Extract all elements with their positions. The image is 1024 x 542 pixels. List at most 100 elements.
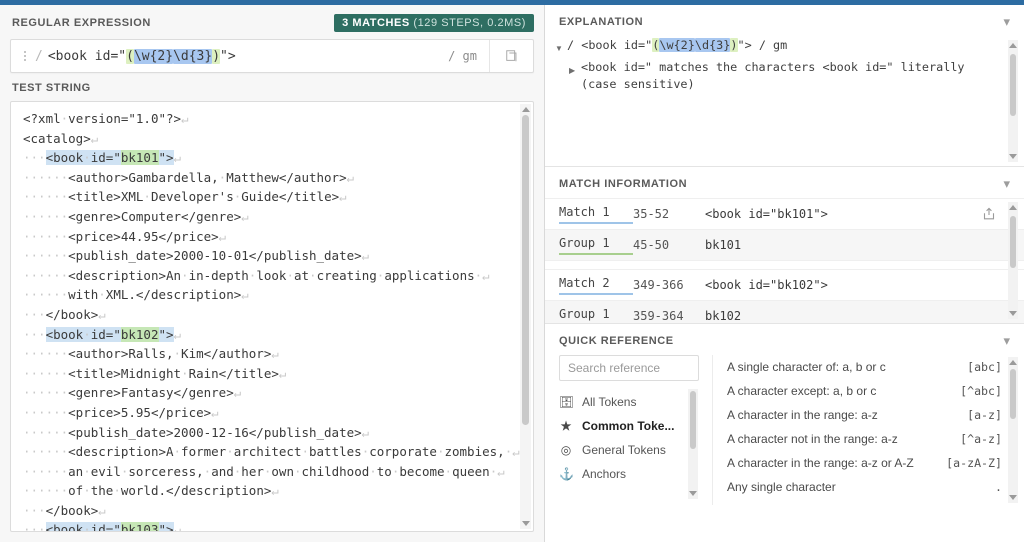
test-string-content[interactable]: <?xml·version="1.0"?>↵ <catalog>↵ ···<book… bbox=[11, 102, 533, 531]
test-string-title: TEST STRING bbox=[12, 82, 91, 94]
test-string-line: ······<publish_date>2000-12-16</publish_… bbox=[23, 424, 370, 440]
match-count-label: 3 matches bbox=[342, 17, 410, 29]
anchor-icon: ⚓ bbox=[559, 467, 574, 481]
regex-close-paren: ) bbox=[212, 48, 221, 64]
group-label: Group 1 bbox=[559, 236, 633, 255]
scrollbar-thumb[interactable] bbox=[522, 115, 529, 425]
match-information-body: Match 1 35-52 <book id="bk101"> Group 1 … bbox=[545, 198, 1024, 323]
table-row-spacer bbox=[545, 260, 1024, 269]
table-row[interactable]: Match 1 35-52 <book id="bk101"> bbox=[545, 198, 1024, 229]
chevron-down-icon[interactable]: ▾ bbox=[1003, 334, 1010, 347]
match-information-title: MATCH INFORMATION bbox=[559, 177, 688, 190]
chevron-down-icon[interactable]: ▾ bbox=[1003, 15, 1010, 28]
entry-code: [a-zA-Z] bbox=[946, 456, 1002, 470]
disclosure-triangle-icon[interactable] bbox=[569, 59, 581, 166]
expl-root-close-paren: ) bbox=[730, 38, 738, 52]
regex-suffix: "> bbox=[220, 48, 236, 64]
test-string-box[interactable]: <?xml·version="1.0"?>↵ <catalog>↵ ···<book… bbox=[10, 101, 534, 532]
expl-root-suffix: / gm bbox=[751, 38, 788, 52]
entry-code: [a-z] bbox=[967, 408, 1002, 422]
entry-description: Any single character bbox=[727, 480, 836, 494]
regular-expression-header: REGULAR EXPRESSION 3 matches (129 steps,… bbox=[0, 5, 544, 39]
copy-regex-button[interactable] bbox=[489, 40, 533, 72]
quick-reference-categories: Search reference 🗄 All Tokens ★ Common T… bbox=[545, 355, 713, 505]
scroll-down-icon[interactable] bbox=[689, 491, 697, 496]
category-label: Common Toke... bbox=[582, 419, 675, 433]
explanation-row-root[interactable]: / <book id="(\w{2}\d{3})"> / gm bbox=[555, 36, 1002, 58]
test-string-line: ······<genre>Fantasy</genre>↵ bbox=[23, 385, 242, 401]
regex-flags[interactable]: / gm bbox=[436, 49, 489, 63]
test-string-wrapper: <?xml·version="1.0"?>↵ <catalog>↵ ···<book… bbox=[10, 101, 534, 532]
kebab-menu-icon[interactable] bbox=[17, 51, 33, 61]
table-row[interactable]: Group 1 45-50 bk101 bbox=[545, 229, 1024, 260]
entries-scrollbar[interactable] bbox=[1008, 357, 1018, 503]
scrollbar-thumb[interactable] bbox=[1010, 216, 1016, 268]
bag-icon: 🗄 bbox=[559, 395, 575, 409]
scroll-down-icon[interactable] bbox=[1009, 311, 1017, 316]
list-item[interactable]: A single character of: a, b or c [abc] bbox=[727, 355, 1002, 379]
match-range: 35-52 bbox=[633, 207, 670, 221]
scroll-up-icon[interactable] bbox=[1009, 43, 1017, 48]
test-string-line: ······<publish_date>2000-10-01</publish_… bbox=[23, 248, 370, 264]
scroll-up-icon[interactable] bbox=[522, 107, 530, 112]
list-item[interactable]: A character not in the range: a-z [^a-z] bbox=[727, 427, 1002, 451]
quick-reference-header[interactable]: QUICK REFERENCE ▾ bbox=[545, 324, 1024, 355]
categories-scrollbar[interactable] bbox=[688, 389, 698, 499]
explanation-row-literal-prefix[interactable]: <book id=" matches the characters <book … bbox=[555, 58, 1002, 166]
match-information-header[interactable]: MATCH INFORMATION ▾ bbox=[545, 167, 1024, 198]
test-string-line: ······<author>Gambardella,·Matthew</auth… bbox=[23, 169, 355, 185]
list-item[interactable]: A character except: a, b or c [^abc] bbox=[727, 379, 1002, 403]
entry-description: A character in the range: a-z bbox=[727, 408, 878, 422]
regex-prefix: <book id=" bbox=[47, 48, 127, 64]
regular-expression-title: REGULAR EXPRESSION bbox=[12, 17, 151, 29]
test-string-scrollbar[interactable] bbox=[520, 104, 531, 529]
entry-description: A character except: a, b or c bbox=[727, 384, 877, 398]
disclosure-triangle-icon[interactable] bbox=[555, 37, 567, 57]
entry-code: . bbox=[995, 480, 1002, 494]
quick-reference-panel: QUICK REFERENCE ▾ Search reference 🗄 All… bbox=[545, 324, 1024, 542]
regex-open-paren: ( bbox=[126, 48, 134, 64]
entry-code: [abc] bbox=[967, 360, 1002, 374]
search-reference-input[interactable]: Search reference bbox=[559, 355, 699, 381]
scrollbar-thumb[interactable] bbox=[1010, 54, 1016, 116]
test-string-line: <?xml·version="1.0"?>↵ bbox=[23, 111, 189, 126]
test-string-line: ······with·XML.</description>↵ bbox=[23, 287, 249, 303]
test-string-line: ······<title>XML·Developer's·Guide</titl… bbox=[23, 189, 347, 205]
chevron-down-icon[interactable]: ▾ bbox=[1003, 177, 1010, 190]
entry-description: A single character of: a, b or c bbox=[727, 360, 886, 374]
export-matches-button[interactable] bbox=[980, 205, 998, 223]
scroll-up-icon[interactable] bbox=[1009, 360, 1017, 365]
scroll-down-icon[interactable] bbox=[1009, 495, 1017, 500]
list-item[interactable]: Any single character . bbox=[727, 475, 1002, 499]
explanation-scrollbar[interactable] bbox=[1008, 40, 1018, 162]
explanation-title: EXPLANATION bbox=[559, 15, 644, 28]
list-item[interactable]: A character in the range: a-z [a-z] bbox=[727, 403, 1002, 427]
regex-delimiter-left: / bbox=[35, 48, 43, 64]
scroll-down-icon[interactable] bbox=[1009, 154, 1017, 159]
match-label: Match 1 bbox=[559, 205, 633, 224]
regex-token-d: \d{3} bbox=[173, 48, 213, 64]
table-row[interactable]: Match 2 349-366 <book id="bk102"> bbox=[545, 269, 1024, 300]
group-range: 359-364 bbox=[633, 309, 684, 323]
table-row[interactable]: Group 1 359-364 bk102 bbox=[545, 300, 1024, 323]
expl-literal-prefix-text: <book id=" matches the characters <book … bbox=[581, 60, 965, 91]
scroll-up-icon[interactable] bbox=[1009, 205, 1017, 210]
match-count-badge: 3 matches (129 steps, 0.2ms) bbox=[334, 14, 534, 32]
scrollbar-thumb[interactable] bbox=[690, 391, 696, 449]
expl-root-token-d: \d{3} bbox=[694, 38, 731, 52]
match-information-panel: MATCH INFORMATION ▾ Match 1 35-52 <book … bbox=[545, 167, 1024, 324]
regex-input-box[interactable]: / <book id="(\w{2}\d{3})"> / gm bbox=[10, 39, 534, 73]
list-item[interactable]: A character in the range: a-z or A-Z [a-… bbox=[727, 451, 1002, 475]
match-value: <book id="bk102"> bbox=[705, 278, 828, 292]
scroll-down-icon[interactable] bbox=[522, 521, 530, 526]
match-information-scrollbar[interactable] bbox=[1008, 202, 1018, 319]
entry-code: [^abc] bbox=[960, 384, 1002, 398]
quick-reference-body: Search reference 🗄 All Tokens ★ Common T… bbox=[545, 355, 1024, 505]
group-value: bk101 bbox=[705, 238, 742, 252]
explanation-panel: EXPLANATION ▾ / <book id="(\w{2}\d{3})">… bbox=[545, 5, 1024, 167]
explanation-header[interactable]: EXPLANATION ▾ bbox=[545, 5, 1024, 36]
test-string-line: ···</book>↵ bbox=[23, 306, 106, 322]
expl-root-prefix: / bbox=[567, 38, 582, 52]
scrollbar-thumb[interactable] bbox=[1010, 369, 1016, 419]
regex-pattern-text[interactable]: <book id="(\w{2}\d{3})"> bbox=[47, 48, 436, 64]
